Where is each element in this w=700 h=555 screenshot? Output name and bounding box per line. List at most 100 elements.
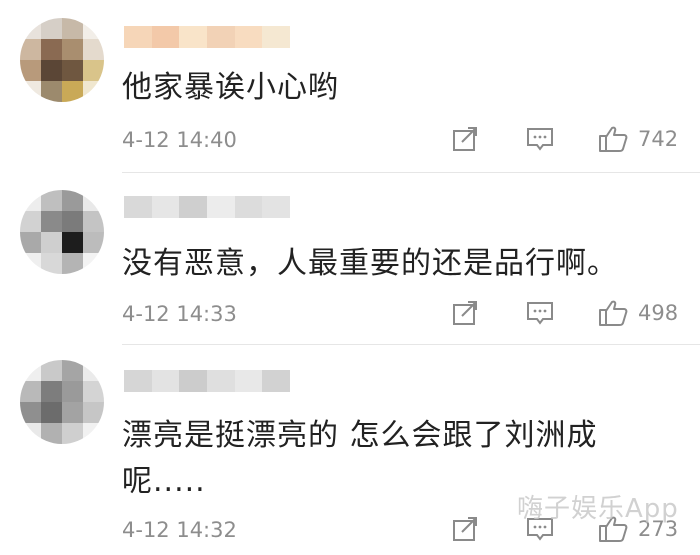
- avatar-pixel: [20, 211, 41, 232]
- username-pixel: [151, 26, 180, 48]
- avatar-pixel: [41, 232, 62, 253]
- avatar-pixel: [62, 81, 83, 102]
- avatar-pixel: [83, 232, 104, 253]
- comment-meta: 4-12 14:33 498: [122, 298, 688, 330]
- avatar-pixel: [62, 253, 83, 274]
- share-icon: [453, 517, 477, 541]
- comment-icon: [527, 128, 553, 151]
- avatar-pixel: [83, 253, 104, 274]
- username-pixel: [207, 26, 235, 48]
- avatar-pixel: [41, 360, 62, 381]
- thumbs-up-icon: [599, 126, 628, 152]
- share-button[interactable]: [452, 124, 480, 154]
- avatar-pixel: [83, 60, 104, 81]
- avatar-pixel: [62, 402, 83, 423]
- username-pixel: [124, 26, 152, 48]
- avatar-pixel: [41, 211, 62, 232]
- avatar-pixel: [20, 60, 41, 81]
- avatar-pixel: [41, 423, 62, 444]
- comment-time: 4-12 14:40: [122, 128, 237, 152]
- avatar-pixel: [20, 423, 41, 444]
- username-pixel: [179, 26, 208, 48]
- username-pixel: [234, 26, 263, 48]
- avatar-pixel: [20, 39, 41, 60]
- avatar-pixel: [20, 18, 41, 39]
- username-pixel: [207, 370, 235, 392]
- share-icon: [453, 301, 477, 325]
- username-pixel: [179, 370, 208, 392]
- avatar-pixel: [20, 360, 41, 381]
- share-icon: [453, 127, 477, 151]
- like-count: 498: [638, 301, 679, 325]
- avatar-pixel: [83, 81, 104, 102]
- username-pixel: [124, 196, 152, 218]
- username-blurred[interactable]: [124, 370, 291, 392]
- avatar-pixel: [41, 81, 62, 102]
- avatar-pixel: [62, 39, 83, 60]
- comment-time: 4-12 14:32: [122, 518, 237, 542]
- avatar-pixel: [62, 381, 83, 402]
- avatar-pixel: [62, 211, 83, 232]
- comment-text-line: 呢.....: [122, 464, 206, 499]
- avatar-pixel: [20, 81, 41, 102]
- avatar-pixel: [20, 232, 41, 253]
- avatar-pixel: [83, 381, 104, 402]
- comment-button[interactable]: [526, 298, 554, 328]
- avatar-pixel: [62, 360, 83, 381]
- avatar-pixel: [62, 190, 83, 211]
- avatar-pixel: [41, 18, 62, 39]
- divider: [122, 172, 700, 173]
- username-blurred[interactable]: [124, 196, 291, 218]
- avatar-pixel: [20, 402, 41, 423]
- avatar-pixel: [83, 190, 104, 211]
- comment-text: 没有恶意，人最重要的还是品行啊。: [122, 246, 618, 281]
- comment-time: 4-12 14:33: [122, 302, 237, 326]
- avatar-pixel: [41, 190, 62, 211]
- comment-icon: [527, 302, 553, 325]
- avatar-pixel: [41, 60, 62, 81]
- username-pixel: [179, 196, 208, 218]
- avatar-pixel: [41, 39, 62, 60]
- divider: [122, 344, 700, 345]
- username-pixel: [151, 196, 180, 218]
- avatar-pixel: [83, 18, 104, 39]
- avatar-pixel: [62, 60, 83, 81]
- like-count: 742: [638, 127, 679, 151]
- watermark: 嗨子娱乐App: [517, 494, 679, 524]
- username-blurred[interactable]: [124, 26, 291, 48]
- avatar[interactable]: [20, 360, 104, 444]
- avatar-pixel: [83, 360, 104, 381]
- comment-button[interactable]: [526, 124, 554, 154]
- username-pixel: [151, 370, 180, 392]
- avatar-pixel: [20, 381, 41, 402]
- avatar-pixel: [62, 18, 83, 39]
- thumbs-up-icon: [599, 300, 628, 326]
- avatar-pixel: [41, 381, 62, 402]
- username-pixel: [262, 196, 291, 218]
- share-button[interactable]: [452, 514, 480, 544]
- avatar-pixel: [83, 402, 104, 423]
- avatar-pixel: [83, 39, 104, 60]
- username-pixel: [262, 370, 291, 392]
- username-pixel: [207, 196, 235, 218]
- avatar-pixel: [62, 423, 83, 444]
- username-pixel: [234, 196, 263, 218]
- avatar-pixel: [41, 253, 62, 274]
- username-pixel: [262, 26, 291, 48]
- like-button[interactable]: 742: [598, 124, 678, 154]
- avatar[interactable]: [20, 18, 104, 102]
- like-button[interactable]: 498: [598, 298, 678, 328]
- avatar-pixel: [83, 423, 104, 444]
- comment-text-line: 漂亮是挺漂亮的 怎么会跟了刘洲成: [122, 418, 598, 453]
- avatar-pixel: [62, 232, 83, 253]
- username-pixel: [124, 370, 152, 392]
- avatar-pixel: [20, 190, 41, 211]
- share-button[interactable]: [452, 298, 480, 328]
- avatar-pixel: [20, 253, 41, 274]
- avatar-pixel: [83, 211, 104, 232]
- comment-text: 他家暴诶小心哟: [122, 70, 339, 105]
- comment-meta: 4-12 14:40 742: [122, 124, 688, 156]
- avatar[interactable]: [20, 190, 104, 274]
- username-pixel: [234, 370, 263, 392]
- avatar-pixel: [41, 402, 62, 423]
